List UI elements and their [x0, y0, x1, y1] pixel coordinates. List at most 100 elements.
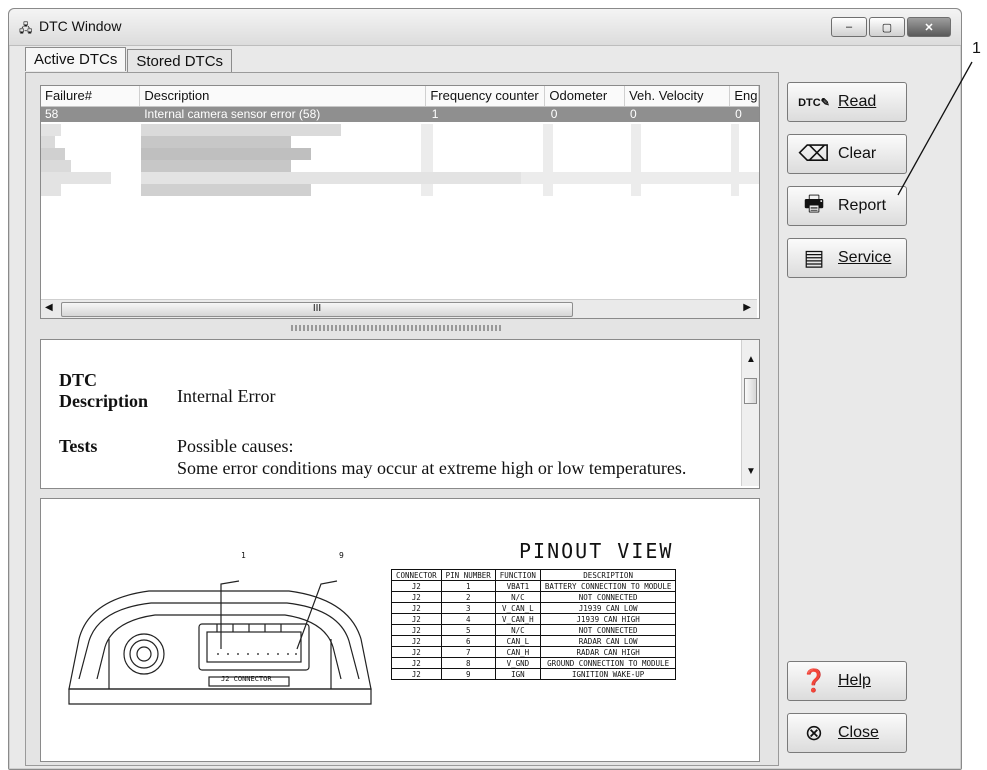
pinout-cell: J2	[391, 602, 442, 614]
close-window-button[interactable]: ✕	[907, 17, 951, 37]
pinout-panel: J2 CONNECTOR 1 9 PINOUT VIEW CONNECTOR P…	[40, 498, 760, 762]
title-bar: 🖧 DTC Window – ▢ ✕	[9, 9, 961, 46]
tab-active-dtcs[interactable]: Active DTCs	[25, 47, 127, 71]
dtc-description-label: DTC Description	[59, 370, 148, 411]
pinout-cell: J2	[391, 657, 442, 669]
list-header: Failure# Description Frequency counter O…	[41, 86, 759, 107]
dtc-description-value: Internal Error	[177, 386, 276, 406]
pinout-row: J2 8 V_GND GROUND CONNECTION TO MODULE	[391, 657, 677, 669]
service-label: Service	[838, 249, 892, 266]
scroll-thumb[interactable]	[744, 378, 757, 404]
tests-line-1: Possible causes:	[177, 436, 294, 456]
table-row[interactable]: 58 Internal camera sensor error (58) 1 0…	[41, 107, 759, 122]
pinout-row: J2 4 V_CAN_H J1939 CAN HIGH	[391, 613, 677, 625]
close-icon: ⊗	[804, 720, 824, 745]
pinout-cell: 9	[440, 668, 496, 680]
callout-number: 1	[972, 40, 981, 57]
column-header-frequency[interactable]: Frequency counter	[426, 86, 546, 106]
pinout-cell: GROUND CONNECTION TO MODULE	[539, 657, 677, 669]
dtc-window: 🖧 DTC Window – ▢ ✕ Active DTCs Stored DT…	[8, 8, 962, 770]
tab-strip: Active DTCs Stored DTCs	[25, 47, 233, 73]
read-button[interactable]: DTC✎ Read	[787, 82, 907, 122]
pinout-cell: NOT CONNECTED	[539, 591, 677, 603]
close-button[interactable]: ⊗ Close	[787, 713, 907, 753]
pinout-cell: RADAR CAN LOW	[539, 635, 677, 647]
pinout-cell: RADAR CAN HIGH	[539, 646, 677, 658]
close-label: Close	[838, 724, 879, 741]
pinout-cell: 2	[440, 591, 496, 603]
pinout-row: J2 7 CAN_H RADAR CAN HIGH	[391, 646, 677, 658]
minimize-button[interactable]: –	[831, 17, 867, 37]
pinout-cell: IGN	[494, 668, 541, 680]
pinout-cell: V_CAN_H	[494, 613, 541, 625]
clear-button[interactable]: ⌫ Clear	[787, 134, 907, 174]
pinout-cell: 5	[440, 624, 496, 636]
service-button[interactable]: ▤ Service	[787, 238, 907, 278]
tab-stored-dtcs[interactable]: Stored DTCs	[127, 49, 233, 73]
scroll-thumb[interactable]: III	[61, 302, 573, 317]
connector-drawing	[68, 580, 372, 705]
pinout-cell: CAN_L	[494, 635, 541, 647]
splitter-handle[interactable]	[291, 325, 501, 331]
column-header-description[interactable]: Description	[140, 86, 427, 106]
pinout-cell: 7	[440, 646, 496, 658]
pinout-cell: 1	[440, 580, 496, 592]
pinout-header-row: CONNECTOR PIN NUMBER FUNCTION DESCRIPTIO…	[391, 569, 677, 581]
clear-label: Clear	[838, 145, 877, 162]
pinout-cell: 8	[440, 657, 496, 669]
cell-frequency: 1	[431, 107, 439, 121]
blurred-rows	[41, 122, 759, 196]
eraser-icon: ⌫	[798, 141, 830, 166]
pinout-cell: VBAT1	[494, 580, 541, 592]
column-header-velocity[interactable]: Veh. Velocity	[625, 86, 731, 106]
column-header-eng[interactable]: Eng	[730, 86, 759, 106]
help-label: Help	[838, 672, 871, 689]
window-title: DTC Window	[39, 18, 122, 34]
scroll-left-icon[interactable]: ◀	[45, 302, 53, 313]
pinout-title: PINOUT VIEW	[519, 539, 674, 563]
pinout-table: CONNECTOR PIN NUMBER FUNCTION DESCRIPTIO…	[391, 569, 677, 680]
cell-velocity: 0	[630, 107, 637, 121]
pinout-cell: J2	[391, 613, 442, 625]
pinout-cell: V_CAN_L	[494, 602, 541, 614]
report-button[interactable]: 🖶 Report	[787, 186, 907, 226]
pinout-cell: 3	[440, 602, 496, 614]
tests-line-2: Some error conditions may occur at extre…	[177, 458, 687, 478]
pinout-row: J2 3 V_CAN_L J1939 CAN LOW	[391, 602, 677, 614]
pinout-cell: 4	[440, 613, 496, 625]
pinout-cell: J2	[391, 624, 442, 636]
pinout-cell: J1939 CAN HIGH	[539, 613, 677, 625]
maximize-button[interactable]: ▢	[869, 17, 905, 37]
cell-eng: 0	[735, 107, 742, 121]
column-header-odometer[interactable]: Odometer	[545, 86, 626, 106]
help-icon: ❓	[800, 668, 828, 693]
pinout-cell: J2	[391, 580, 442, 592]
callout-pin-9: 9	[339, 551, 344, 560]
pinout-cell: N/C	[494, 591, 541, 603]
pinout-cell: J2	[391, 646, 442, 658]
pinout-cell: BATTERY CONNECTION TO MODULE	[539, 580, 677, 592]
horizontal-scrollbar[interactable]: ◀ III ▶	[41, 299, 757, 318]
pinout-cell: J2	[391, 635, 442, 647]
pinout-body: J2 1 VBAT1 BATTERY CONNECTION TO MODULE J2 2 N…	[391, 580, 677, 680]
column-header-failure[interactable]: Failure#	[41, 86, 141, 106]
scroll-up-icon[interactable]: ▲	[746, 354, 756, 365]
dtc-read-icon: DTC✎	[798, 96, 830, 109]
read-label: Read	[838, 93, 877, 110]
pinout-cell: J2	[391, 591, 442, 603]
cell-description: Internal camera sensor error (58)	[144, 107, 321, 121]
dtc-list[interactable]: Failure# Description Frequency counter O…	[40, 85, 760, 319]
vertical-scrollbar[interactable]: ▲ ▼	[741, 340, 759, 486]
pinout-row: J2 5 N/C NOT CONNECTED	[391, 624, 677, 636]
pinout-header: CONNECTOR	[391, 569, 442, 581]
scroll-right-icon[interactable]: ▶	[743, 302, 751, 313]
scroll-down-icon[interactable]: ▼	[746, 466, 756, 477]
pinout-cell: CAN_H	[494, 646, 541, 658]
clipboard-icon: ▤	[803, 245, 825, 270]
pinout-cell: V_GND	[494, 657, 541, 669]
cell-failure: 58	[45, 107, 59, 121]
pinout-row: J2 6 CAN_L RADAR CAN LOW	[391, 635, 677, 647]
help-button[interactable]: ❓ Help	[787, 661, 907, 701]
pinout-header: DESCRIPTION	[539, 569, 677, 581]
tests-label: Tests	[59, 436, 98, 456]
